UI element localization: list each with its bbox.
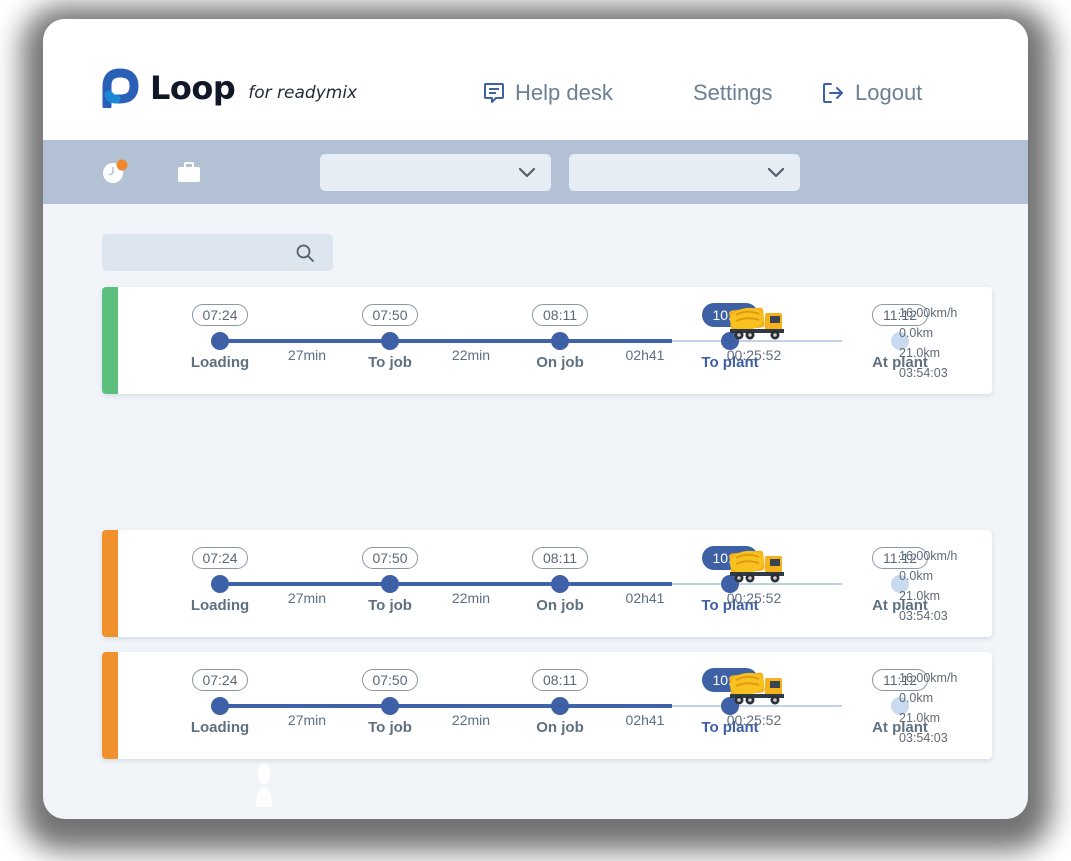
help-desk-link[interactable]: Help desk: [483, 80, 613, 106]
stage-label: Loading: [190, 719, 250, 736]
status-indicator: [102, 652, 118, 759]
stage-label: On job: [536, 354, 584, 371]
stage-label: Loading: [190, 354, 250, 371]
chevron-down-icon: [767, 167, 785, 178]
stage-duration: 27min: [287, 347, 327, 363]
stage-label: To job: [368, 719, 412, 736]
stage-duration: 27min: [287, 712, 327, 728]
toolbar: [43, 140, 1028, 204]
distance-remaining: 0.0km: [899, 691, 934, 705]
chat-icon: [484, 83, 504, 103]
stage-duration: 22min: [451, 347, 491, 363]
stage-duration: 02h41: [625, 347, 665, 363]
stage-label: To job: [368, 354, 412, 371]
trip-stats: 16.00km/h 0.0km 21.0km 03:54:03: [899, 546, 957, 626]
elapsed-time: 00:25:52: [726, 347, 782, 363]
logout-link[interactable]: Logout: [821, 80, 922, 106]
help-desk-label: Help desk: [515, 80, 613, 105]
stage-dot: [551, 697, 569, 715]
stage-dot: [381, 332, 399, 350]
brand-name: Loop: [150, 69, 236, 107]
stage-duration: 02h41: [625, 712, 665, 728]
search-box: [102, 234, 333, 271]
stage-time-badge: 07:50: [362, 304, 418, 326]
logout-label: Logout: [855, 80, 923, 105]
stage-duration: 22min: [451, 590, 491, 606]
brand-logo[interactable]: Loop for readymix: [101, 68, 357, 108]
stage-label: On job: [536, 719, 584, 736]
stage-dot: [211, 697, 229, 715]
stage-time-badge: 07:50: [362, 547, 418, 569]
distance-remaining: 0.0km: [899, 569, 934, 583]
stage-dot: [211, 575, 229, 593]
truck-marker: [728, 546, 786, 589]
progress-track: [220, 704, 672, 708]
distance-total: 21.0km: [899, 711, 940, 725]
stage-label: Loading: [190, 597, 250, 614]
stage-dot: [211, 332, 229, 350]
mixer-truck-icon: [729, 550, 784, 583]
stage-time-badge: 08:11: [532, 669, 588, 691]
stage-time-badge: 07:24: [192, 669, 248, 691]
trip-duration: 03:54:03: [899, 609, 948, 623]
status-indicator: [102, 530, 118, 637]
filter-dropdown-1[interactable]: [320, 154, 551, 191]
stage-dot: [551, 575, 569, 593]
stage-time-badge: 07:24: [192, 304, 248, 326]
stage-time-badge: 07:24: [192, 547, 248, 569]
stage-duration: 02h41: [625, 590, 665, 606]
app-window: Loop for readymix Help desk Settings Log…: [43, 19, 1028, 819]
stage-duration: 27min: [287, 590, 327, 606]
trip-card[interactable]: 07:24 Loading07:50 To job08:11 On job10:…: [102, 652, 992, 759]
notification-badge: [116, 159, 128, 171]
header: Loop for readymix Help desk Settings Log…: [43, 19, 1028, 140]
loop-logo-icon: [102, 68, 139, 108]
logout-icon: [823, 83, 843, 103]
stage-dot: [551, 332, 569, 350]
stage-duration: 22min: [451, 712, 491, 728]
trip-duration: 03:54:03: [899, 731, 948, 745]
stage-dot: [381, 575, 399, 593]
clock-icon: [103, 159, 128, 183]
search-input[interactable]: [102, 234, 306, 271]
stage-label: On job: [536, 597, 584, 614]
chevron-down-icon: [518, 167, 536, 178]
trip-card[interactable]: 07:24 Loading07:50 To job08:11 On job10:…: [102, 530, 992, 637]
elapsed-time: 00:25:52: [726, 712, 782, 728]
trip-card[interactable]: 07:24 Loading07:50 To job08:11 On job10:…: [102, 287, 992, 394]
stage-time-badge: 08:11: [532, 304, 588, 326]
distance-remaining: 0.0km: [899, 326, 934, 340]
trip-stats: 16.00km/h 0.0km 21.0km 03:54:03: [899, 668, 957, 748]
trip-stats: 16.00km/h 0.0km 21.0km 03:54:03: [899, 303, 957, 383]
status-indicator: [102, 287, 118, 394]
elapsed-time: 00:25:52: [726, 590, 782, 606]
mixer-truck-icon: [729, 307, 784, 340]
person-icon: [256, 764, 272, 807]
filter-dropdown-2[interactable]: [569, 154, 800, 191]
speed-value: 16.00km/h: [899, 671, 958, 685]
settings-label: Settings: [693, 80, 773, 105]
distance-total: 21.0km: [899, 346, 940, 360]
briefcase-icon: [178, 162, 200, 182]
stage-time-badge: 08:11: [532, 547, 588, 569]
trip-duration: 03:54:03: [899, 366, 948, 380]
progress-track: [220, 339, 672, 343]
stage-label: To job: [368, 597, 412, 614]
brand-tagline: for readymix: [248, 83, 358, 103]
stage-time-badge: 07:50: [362, 669, 418, 691]
mixer-truck-icon: [729, 672, 784, 705]
search-icon[interactable]: [296, 244, 314, 262]
stage-dot: [381, 697, 399, 715]
history-button[interactable]: [101, 159, 129, 190]
speed-value: 16.00km/h: [899, 549, 958, 563]
progress-track: [220, 582, 672, 586]
truck-marker: [728, 303, 786, 346]
settings-link[interactable]: Settings: [693, 80, 773, 106]
speed-value: 16.00km/h: [899, 306, 958, 320]
distance-total: 21.0km: [899, 589, 940, 603]
truck-marker: [728, 668, 786, 711]
orders-button[interactable]: [177, 161, 201, 188]
